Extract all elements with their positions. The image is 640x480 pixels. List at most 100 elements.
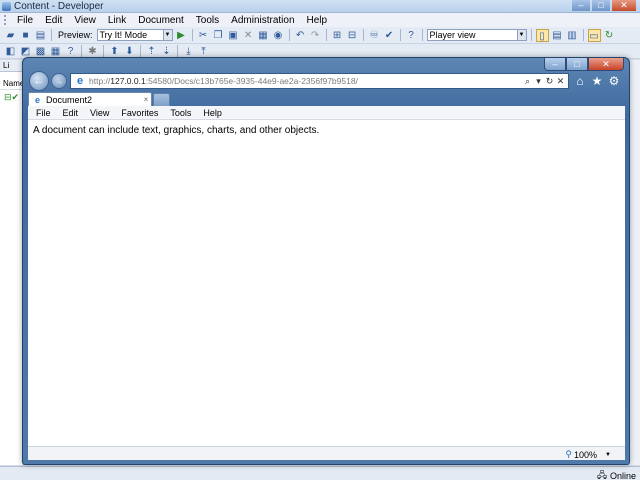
app-maximize-button[interactable]: □ [592,0,610,11]
print-icon[interactable]: ▤ [34,29,47,42]
browser-maximize-button[interactable]: □ [566,58,588,71]
move-up-icon[interactable]: ⬆ [108,45,121,58]
url-path: :54580/Docs/c13b765e-3935-44e9-ae2a-2356… [145,76,358,86]
page-content: A document can include text, graphics, c… [28,120,625,446]
browser-menu-view[interactable]: View [84,108,115,118]
delete-icon[interactable]: ✕ [242,29,255,42]
layout-split-icon[interactable]: ▤ [551,29,564,42]
status-text: Online [609,471,636,480]
browser-menu-favorites[interactable]: Favorites [115,108,164,118]
properties-icon[interactable]: ▦ [257,29,270,42]
name-column-header[interactable]: Name [0,78,23,90]
promote-icon[interactable]: ⇡ [145,45,158,58]
layout-columns-icon[interactable]: ▥ [566,29,579,42]
app-menu-help[interactable]: Help [301,15,334,26]
menu-grip-icon [4,15,7,25]
preview-label: Preview: [58,30,93,40]
toolbar-separator [177,45,178,57]
app-minimize-button[interactable]: – [572,0,590,11]
app-menu-view[interactable]: View [68,15,102,26]
app-menu-file[interactable]: File [11,15,39,26]
question-icon[interactable]: ? [64,45,77,58]
cut-icon[interactable]: ✂ [197,29,210,42]
player-view-select[interactable]: Player view ▼ [426,29,527,41]
address-url[interactable]: http://127.0.0.1:54580/Docs/c13b765e-393… [89,76,523,86]
collapse-icon[interactable]: ⊟ [346,29,359,42]
address-tools: ⌕ ▾ ↻ ✕ [523,76,568,87]
window-icon[interactable]: ▭ [587,28,601,42]
topic-icon[interactable]: ◩ [19,45,32,58]
tab-close-icon[interactable]: × [141,95,151,104]
spellcheck-icon[interactable]: ✔ [383,29,396,42]
browser-menu-help[interactable]: Help [197,108,228,118]
open-folder-icon[interactable]: ▰ [4,29,17,42]
gear-icon[interactable]: ⚙ [608,74,620,88]
network-icon: 🖧 [596,470,607,480]
import-icon[interactable]: ⤓ [182,45,195,58]
toolbar-separator [51,29,52,41]
browser-menu-file[interactable]: File [30,108,57,118]
tab-row: e Document2 × [28,92,625,106]
app-menu-document[interactable]: Document [132,15,190,26]
url-host: 127.0.0.1 [110,76,146,86]
export-icon[interactable]: ⤒ [197,45,210,58]
browser-close-button[interactable]: ✕ [588,58,624,71]
paste-icon[interactable]: ▣ [227,29,240,42]
browser-menu-tools[interactable]: Tools [164,108,197,118]
favorites-icon[interactable]: ★ [591,74,603,88]
forward-button[interactable]: → [51,73,67,89]
ie-logo-icon: e [76,75,84,87]
app-menu-edit[interactable]: Edit [39,15,68,26]
tree-item-checked-icon[interactable]: ⊟✔ [0,92,23,103]
browser-menu-edit[interactable]: Edit [57,108,85,118]
url-scheme: http:// [89,76,111,86]
search-icon[interactable]: ⌕ [523,76,532,87]
help-icon[interactable]: ? [405,29,418,42]
browser-minimize-button[interactable]: – [544,58,566,71]
toolbar-separator [325,29,327,41]
tab-label: Document2 [46,94,93,105]
preview-mode-value: Try It! Mode [99,30,148,40]
browser-window: – □ ✕ ← → e http://127.0.0.1:54580/Docs/… [22,57,630,465]
player-view-value: Player view [429,30,476,40]
redo-icon[interactable]: ↷ [309,29,322,42]
preview-mode-select[interactable]: Try It! Mode ▼ [96,29,173,41]
save-icon[interactable]: ■ [19,29,32,42]
toolbar-separator [288,29,290,41]
app-menu-tools[interactable]: Tools [190,15,225,26]
expand-icon[interactable]: ⊞ [331,29,344,42]
app-close-button[interactable]: ✕ [612,0,636,11]
tab-document2[interactable]: e Document2 × [28,92,152,106]
chart-icon[interactable]: ▦ [49,45,62,58]
sync-icon[interactable]: ↻ [603,29,616,42]
dropdown-icon[interactable]: ▾ [534,76,543,87]
find-icon[interactable]: ◉ [272,29,285,42]
new-tab-button[interactable] [153,93,170,106]
image-icon[interactable]: ▩ [34,45,47,58]
address-bar[interactable]: e http://127.0.0.1:54580/Docs/c13b765e-3… [70,73,569,89]
toolbar-separator [530,29,532,41]
toolbar-separator [103,45,104,57]
new-document-icon[interactable]: ◧ [4,45,17,58]
zoom-control[interactable]: ⚲ 100% ▼ [565,449,611,460]
copy-icon[interactable]: ❐ [212,29,225,42]
back-button[interactable]: ← [29,71,49,91]
demote-icon[interactable]: ⇣ [160,45,173,58]
go-arrow-icon[interactable]: ▶ [175,29,188,42]
refresh-icon[interactable]: ↻ [545,76,554,87]
app-toolbar: ▰ ■ ▤ Preview: Try It! Mode ▼ ▶ ✂ ❐ ▣ ✕ … [0,27,640,44]
settings-icon[interactable]: ✱ [86,45,99,58]
chevron-down-icon: ▼ [605,451,611,458]
stop-icon[interactable]: ✕ [556,76,565,87]
panel-header: Li [0,60,23,72]
home-icon[interactable]: ⌂ [574,74,586,88]
binoculars-icon[interactable]: ♾ [368,29,381,42]
toolbar-separator [582,29,584,41]
app-menu-administration[interactable]: Administration [225,15,300,26]
move-down-icon[interactable]: ⬇ [123,45,136,58]
app-menu-link[interactable]: Link [102,15,132,26]
app-window-controls: – □ ✕ [572,0,636,11]
undo-icon[interactable]: ↶ [294,29,307,42]
app-menu-bar: File Edit View Link Document Tools Admin… [0,13,640,27]
layout-single-icon[interactable]: ▯ [535,28,549,42]
